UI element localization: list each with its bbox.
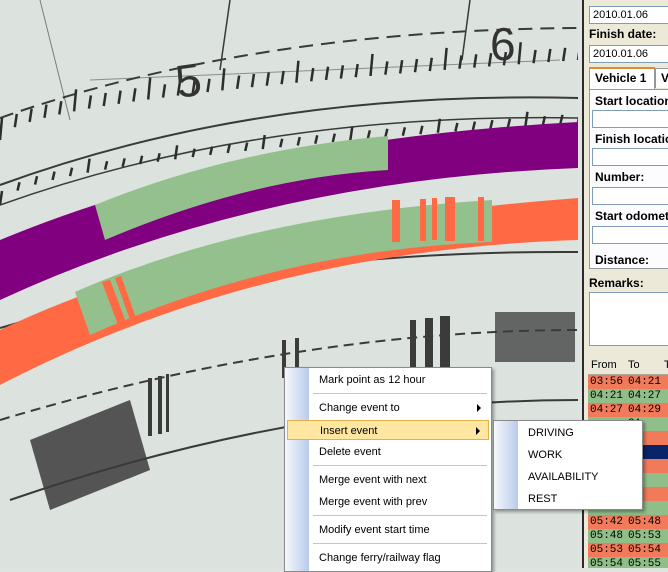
event-from-cell: 04:27 bbox=[590, 404, 624, 416]
finish-date-field[interactable]: 2010.01.06 bbox=[589, 45, 668, 63]
context-menu: Mark point as 12 hour Change event to Inse… bbox=[284, 367, 492, 572]
event-to-cell: 05:54 bbox=[628, 544, 662, 556]
menu-separator bbox=[313, 393, 487, 394]
column-header-to[interactable]: To bbox=[628, 359, 640, 371]
event-row[interactable]: 03:56 04:21 bbox=[588, 375, 668, 389]
menu-item-label: Merge event with next bbox=[319, 474, 427, 486]
submenu-arrow-icon bbox=[477, 404, 481, 412]
event-to-cell: 04:21 bbox=[628, 376, 662, 388]
menu-item-change-ferry-railway-flag[interactable]: Change ferry/railway flag bbox=[287, 548, 489, 568]
submenu-arrow-icon bbox=[476, 427, 480, 435]
event-to-cell: 04:27 bbox=[628, 390, 662, 402]
submenu-item-label: REST bbox=[528, 493, 558, 505]
submenu-item-rest[interactable]: REST bbox=[496, 489, 640, 509]
number-label: Number: bbox=[595, 170, 645, 184]
start-odometer-label: Start odometer bbox=[595, 209, 668, 223]
tab-vehicle-2[interactable]: V bbox=[655, 68, 668, 88]
menu-item-label: Change ferry/railway flag bbox=[319, 552, 441, 564]
submenu-item-label: AVAILABILITY bbox=[528, 471, 599, 483]
submenu-item-work[interactable]: WORK bbox=[496, 445, 640, 465]
menu-item-label: Delete event bbox=[319, 446, 381, 458]
menu-item-label: Modify event start time bbox=[319, 524, 430, 536]
start-odometer-field[interactable] bbox=[592, 226, 668, 244]
remarks-textarea[interactable] bbox=[589, 292, 668, 346]
menu-separator bbox=[313, 465, 487, 466]
finish-date-label: Finish date: bbox=[589, 27, 657, 41]
event-to-cell: 05:53 bbox=[628, 530, 662, 542]
menu-item-label: Mark point as 12 hour bbox=[319, 374, 426, 386]
menu-item-delete-event[interactable]: Delete event bbox=[287, 442, 489, 462]
finish-location-label: Finish location bbox=[595, 132, 668, 146]
menu-item-label: Merge event with prev bbox=[319, 496, 428, 508]
event-row[interactable]: 05:54 05:55 bbox=[588, 557, 668, 568]
event-from-cell: 03:56 bbox=[590, 376, 624, 388]
insert-event-submenu: DRIVING WORK AVAILABILITY REST bbox=[493, 420, 643, 510]
menu-item-mark-point-as-12-hour[interactable]: Mark point as 12 hour bbox=[287, 370, 489, 390]
submenu-item-label: WORK bbox=[528, 449, 563, 461]
menu-item-modify-event-start-time[interactable]: Modify event start time bbox=[287, 520, 489, 540]
event-row[interactable]: 04:27 04:29 bbox=[588, 403, 668, 417]
event-from-cell: 05:54 bbox=[590, 558, 624, 568]
events-grid-header: From To T bbox=[588, 356, 668, 375]
column-header-type[interactable]: T bbox=[664, 359, 668, 371]
event-row[interactable]: 04:21 04:27 bbox=[588, 389, 668, 403]
menu-separator bbox=[313, 515, 487, 516]
submenu-item-label: DRIVING bbox=[528, 427, 574, 439]
start-date-field[interactable]: 2010.01.06 bbox=[589, 6, 668, 24]
event-row[interactable]: 05:48 05:53 bbox=[588, 529, 668, 543]
event-to-cell: 05:48 bbox=[628, 516, 662, 528]
event-row[interactable]: 05:42 05:48 bbox=[588, 515, 668, 529]
menu-item-merge-event-with-prev[interactable]: Merge event with prev bbox=[287, 492, 489, 512]
menu-item-insert-event[interactable]: Insert event bbox=[287, 420, 489, 440]
menu-item-label: Insert event bbox=[320, 425, 378, 437]
column-header-from[interactable]: From bbox=[591, 359, 617, 371]
distance-label: Distance: bbox=[595, 253, 650, 267]
submenu-item-driving[interactable]: DRIVING bbox=[496, 423, 640, 443]
tab-vehicle-1[interactable]: Vehicle 1 bbox=[589, 67, 655, 89]
menu-separator bbox=[313, 543, 487, 544]
event-to-cell: 04:29 bbox=[628, 404, 662, 416]
event-row[interactable]: 05:53 05:54 bbox=[588, 543, 668, 557]
event-from-cell: 05:53 bbox=[590, 544, 624, 556]
scale-number-6: 6 bbox=[490, 18, 516, 70]
event-from-cell: 04:21 bbox=[590, 390, 624, 402]
menu-item-label: Change event to bbox=[319, 402, 400, 414]
menu-item-merge-event-with-next[interactable]: Merge event with next bbox=[287, 470, 489, 490]
start-location-label: Start location bbox=[595, 94, 668, 108]
menu-item-change-event-to[interactable]: Change event to bbox=[287, 398, 489, 418]
start-location-field[interactable] bbox=[592, 110, 668, 128]
remarks-label: Remarks: bbox=[589, 276, 644, 290]
event-from-cell: 05:48 bbox=[590, 530, 624, 542]
finish-location-field[interactable] bbox=[592, 148, 668, 166]
number-field[interactable] bbox=[592, 187, 668, 205]
event-from-cell: 05:42 bbox=[590, 516, 624, 528]
vehicle-tab-page: Start location Finish location Number: S… bbox=[589, 89, 668, 269]
submenu-item-availability[interactable]: AVAILABILITY bbox=[496, 467, 640, 487]
event-to-cell: 05:55 bbox=[628, 558, 662, 568]
